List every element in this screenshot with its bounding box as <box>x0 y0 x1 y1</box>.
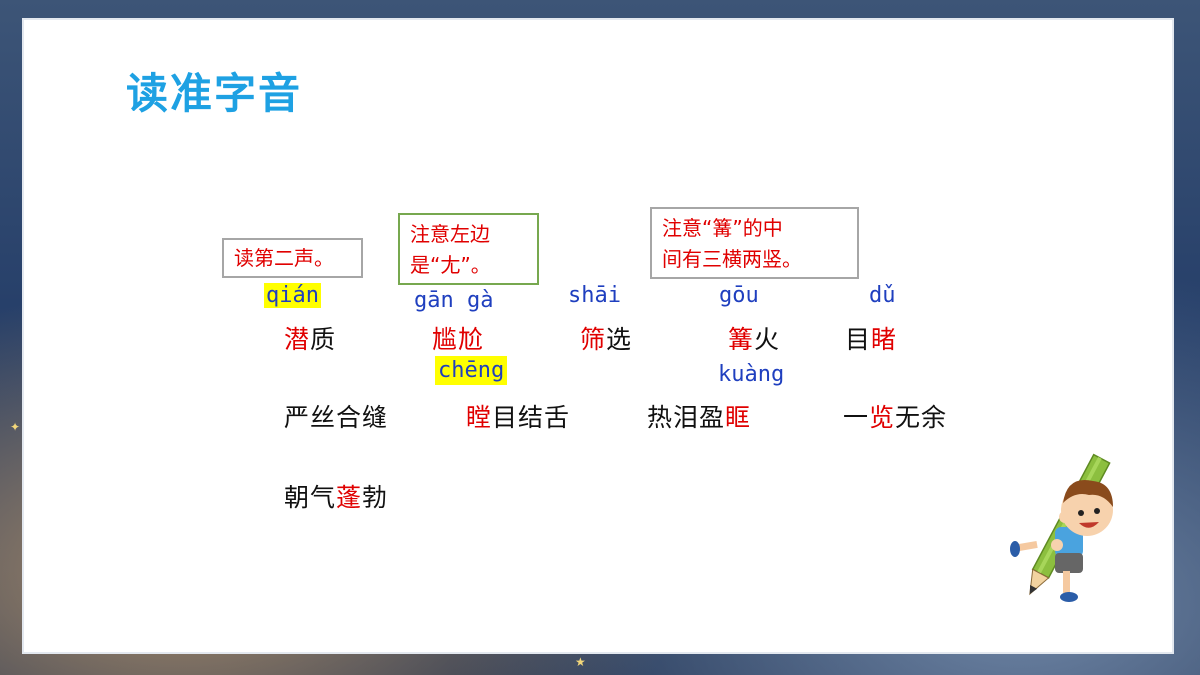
word-shaixuan: 筛选 <box>580 325 633 354</box>
idiom-reileiyingkuang: 热泪盈眶 <box>647 403 752 432</box>
pinyin-qian: qián <box>264 283 321 308</box>
star-icon: ★ <box>575 655 586 669</box>
word-mudu: 目睹 <box>845 325 898 354</box>
pinyin-gou: gōu <box>719 283 759 308</box>
star-icon: ✦ <box>10 420 21 434</box>
note-line: 注意“篝”的中 <box>662 216 783 240</box>
idiom-chengmujieshe: 瞠目结舌 <box>466 403 571 432</box>
word-gouhuo: 篝火 <box>728 325 781 354</box>
note-line: 注意左边 <box>410 222 490 246</box>
note-gou-strokes: 注意“篝”的中 间有三横两竖。 <box>650 207 859 279</box>
kid-with-pencil-illustration <box>1010 453 1113 602</box>
note-left-radical: 注意左边 是“尢”。 <box>398 213 539 285</box>
word-qianzhi: 潜质 <box>284 325 337 354</box>
word-ganga: 尴尬 <box>432 325 485 354</box>
note-line: 间有三横两竖。 <box>662 247 802 271</box>
idiom-yansihefeng: 严丝合缝 <box>284 403 389 432</box>
page-title: 读准字音 <box>126 69 303 118</box>
idiom-zhaoqipengbo: 朝气蓬勃 <box>284 483 389 512</box>
pinyin-kuang: kuàng <box>718 362 785 387</box>
pinyin-shai: shāi <box>568 283 621 308</box>
pinyin-cheng: chēng <box>435 356 508 385</box>
idiom-yilanwuyu: 一览无余 <box>843 403 948 432</box>
pinyin-ganga: gān gà <box>414 288 494 313</box>
note-second-tone: 读第二声。 <box>222 238 363 278</box>
note-line: 是“尢”。 <box>410 253 491 277</box>
pinyin-du: dǔ <box>869 283 896 308</box>
note-text: 读第二声。 <box>234 246 334 270</box>
